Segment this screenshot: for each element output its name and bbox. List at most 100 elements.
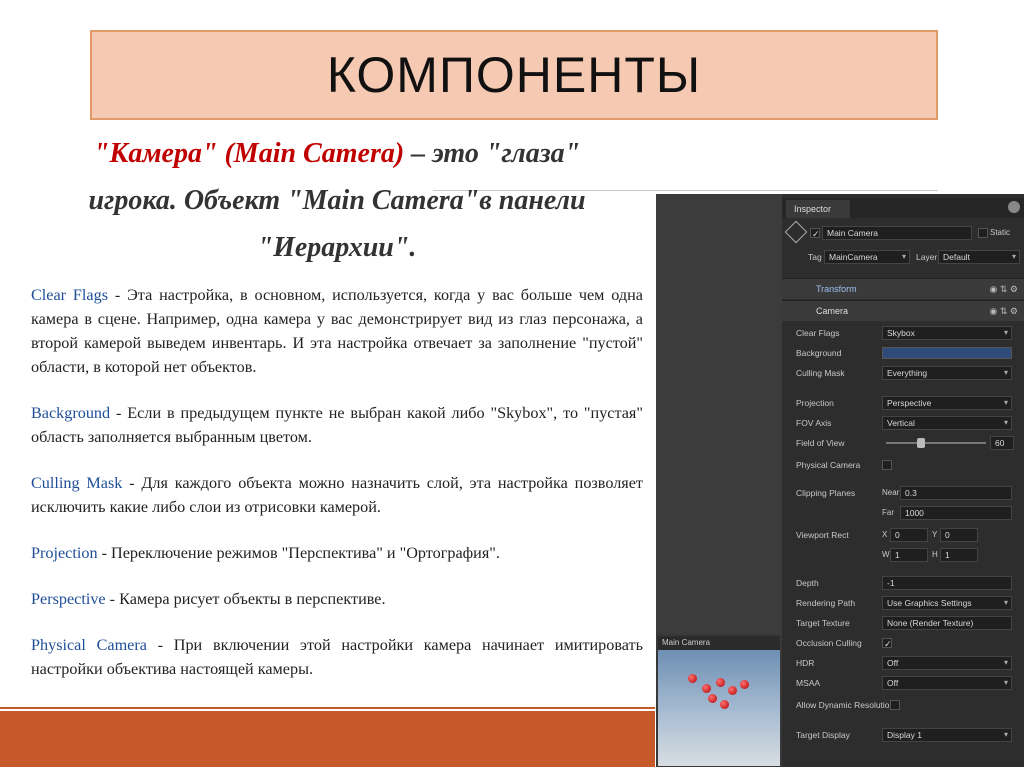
sphere — [720, 700, 729, 709]
viewport-y-field[interactable]: 0 — [940, 528, 978, 542]
allow-dynamic-resolution-checkbox[interactable] — [890, 700, 900, 710]
viewport-w-field[interactable]: 1 — [890, 548, 928, 562]
layer-dropdown[interactable]: Default — [938, 250, 1020, 264]
row-occlusion-culling: Occlusion Culling — [782, 634, 1024, 653]
fov-value-field[interactable]: 60 — [990, 436, 1014, 450]
desc-culling-mask: - Для каждого объекта можно назначить сл… — [31, 474, 644, 516]
viewport-rect-label: Viewport Rect — [796, 530, 849, 540]
heading-camera-term: "Камера" (Main Camera) — [93, 138, 405, 169]
object-header-row: Main Camera Static — [782, 224, 1024, 243]
paragraph-physical-camera: Physical Camera - При включении этой нас… — [31, 633, 643, 681]
paragraph-projection: Projection - Переключение режимов "Персп… — [31, 541, 643, 565]
near-label: Near — [882, 488, 900, 497]
fov-slider-knob[interactable] — [917, 438, 925, 448]
camera-section[interactable]: Camera ◉ ⇅ ⚙ — [782, 300, 1024, 321]
row-projection: Projection Perspective — [782, 394, 1024, 412]
row-fov-axis: FOV Axis Vertical — [782, 414, 1024, 432]
background-label: Background — [796, 348, 842, 358]
lock-icon[interactable] — [1008, 201, 1020, 213]
layer-label: Layer — [916, 252, 938, 262]
sphere — [716, 678, 725, 687]
term-projection: Projection — [31, 544, 98, 562]
row-background: Background — [782, 344, 1024, 362]
physical-camera-checkbox[interactable] — [882, 460, 892, 470]
term-culling-mask: Culling Mask — [31, 474, 123, 492]
term-physical-camera: Physical Camera — [31, 636, 147, 654]
slide-title: КОМПОНЕНТЫ — [326, 47, 702, 103]
row-rendering-path: Rendering Path Use Graphics Settings — [782, 594, 1024, 612]
sphere — [740, 680, 749, 689]
far-label: Far — [882, 508, 894, 517]
viewport-x-field[interactable]: 0 — [890, 528, 928, 542]
tag-layer-row: Tag MainCamera Layer Default — [782, 248, 1024, 266]
h-label: H — [932, 550, 938, 559]
hdr-label: HDR — [796, 658, 815, 668]
clipping-planes-label: Clipping Planes — [796, 488, 856, 498]
row-viewport-wh: W 1 H 1 — [782, 546, 1024, 564]
target-display-dropdown[interactable]: Display 1 — [882, 728, 1012, 742]
static-label: Static — [990, 228, 1011, 237]
culling-mask-dropdown[interactable]: Everything — [882, 366, 1012, 380]
desc-projection: - Переключение режимов "Перспектива" и "… — [97, 544, 500, 562]
field-of-view-label: Field of View — [796, 438, 845, 448]
heading-part1-rest: – это "глаза" — [404, 138, 581, 169]
hdr-dropdown[interactable]: Off — [882, 656, 1012, 670]
near-field[interactable]: 0.3 — [900, 486, 1012, 500]
clear-flags-label: Clear Flags — [796, 328, 840, 338]
fov-axis-dropdown[interactable]: Vertical — [882, 416, 1012, 430]
fov-axis-label: FOV Axis — [796, 418, 832, 428]
far-field[interactable]: 1000 — [900, 506, 1012, 520]
msaa-dropdown[interactable]: Off — [882, 676, 1012, 690]
active-checkbox[interactable] — [810, 225, 820, 243]
tag-label: Tag — [808, 252, 822, 262]
rendering-path-dropdown[interactable]: Use Graphics Settings — [882, 596, 1012, 610]
fov-slider-track[interactable] — [886, 442, 986, 444]
occlusion-culling-label: Occlusion Culling — [796, 638, 862, 648]
physical-camera-label: Physical Camera — [796, 460, 861, 470]
desc-perspective: - Камера рисует объекты в перспективе. — [105, 590, 386, 608]
row-allow-dynamic-resolution: Allow Dynamic Resolution — [782, 696, 1024, 714]
body-text: Clear Flags - Эта настройка, в основном,… — [31, 283, 643, 703]
tab-inspector[interactable]: Inspector — [786, 200, 850, 218]
sphere — [688, 674, 697, 683]
target-display-label: Target Display — [796, 730, 850, 740]
target-texture-field[interactable]: None (Render Texture) — [882, 616, 1012, 630]
camera-preview — [658, 650, 780, 766]
component-menu-icon[interactable]: ◉ ⇅ ⚙ — [990, 301, 1018, 321]
clear-flags-dropdown[interactable]: Skybox — [882, 326, 1012, 340]
object-name-field[interactable]: Main Camera — [822, 226, 972, 240]
row-target-texture: Target Texture None (Render Texture) — [782, 614, 1024, 632]
paragraph-culling-mask: Culling Mask - Для каждого объекта можно… — [31, 471, 643, 519]
row-msaa: MSAA Off — [782, 674, 1024, 692]
camera-preview-title: Main Camera — [658, 636, 780, 650]
depth-label: Depth — [796, 578, 819, 588]
sphere — [708, 694, 717, 703]
camera-label: Camera — [816, 306, 849, 316]
footer-line — [0, 707, 655, 709]
transform-section[interactable]: Transform ◉ ⇅ ⚙ — [782, 278, 1024, 299]
row-target-display: Target Display Display 1 — [782, 726, 1024, 744]
desc-clear-flags: - Эта настройка, в основном, используетс… — [31, 286, 643, 376]
allow-dynamic-resolution-label: Allow Dynamic Resolution — [796, 700, 895, 710]
w-label: W — [882, 550, 890, 559]
culling-mask-label: Culling Mask — [796, 368, 845, 378]
term-clear-flags: Clear Flags — [31, 286, 108, 304]
sphere — [728, 686, 737, 695]
inspector-screenshot: Main Camera Inspector Main Camera Static… — [656, 194, 1024, 767]
static-checkbox[interactable] — [978, 228, 988, 238]
component-menu-icon[interactable]: ◉ ⇅ ⚙ — [990, 279, 1018, 299]
background-color-swatch[interactable] — [882, 347, 1012, 359]
paragraph-perspective: Perspective - Камера рисует объекты в пе… — [31, 587, 643, 611]
occlusion-culling-checkbox[interactable] — [882, 635, 892, 653]
heading-line3: "Иерархии". — [257, 232, 417, 263]
projection-dropdown[interactable]: Perspective — [882, 396, 1012, 410]
viewport-h-field[interactable]: 1 — [940, 548, 978, 562]
row-clipping-far: Far 1000 — [782, 504, 1024, 522]
tag-dropdown[interactable]: MainCamera — [824, 250, 910, 264]
row-depth: Depth -1 — [782, 574, 1024, 592]
depth-field[interactable]: -1 — [882, 576, 1012, 590]
row-culling-mask: Culling Mask Everything — [782, 364, 1024, 382]
y-label: Y — [932, 530, 938, 539]
row-field-of-view: Field of View 60 — [782, 434, 1024, 452]
target-texture-label: Target Texture — [796, 618, 850, 628]
